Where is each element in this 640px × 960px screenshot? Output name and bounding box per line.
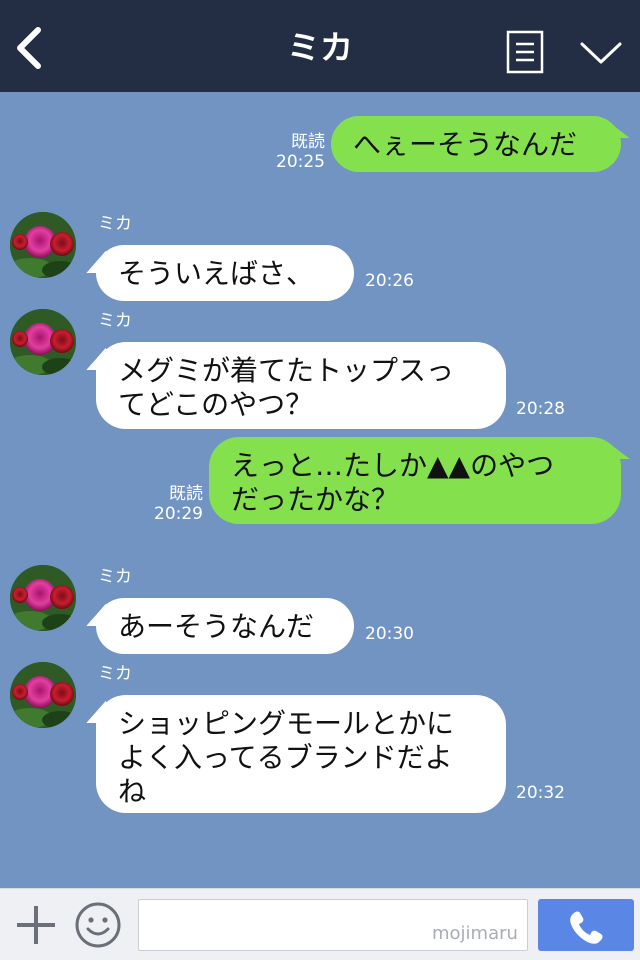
chevron-down-icon: [580, 42, 622, 64]
smiley-icon: [75, 902, 121, 948]
call-button[interactable]: [538, 899, 634, 951]
sender-name: ミカ: [98, 664, 132, 684]
emoji-button[interactable]: [74, 901, 122, 949]
avatar[interactable]: [10, 309, 76, 375]
outgoing-message-bubble[interactable]: えっと…たしか▲▲のやつ だったかな？: [209, 437, 621, 524]
plus-icon: [17, 906, 55, 944]
phone-icon: [570, 911, 603, 944]
rose-avatar-image: [10, 309, 76, 375]
message-time: 20:26: [365, 271, 414, 291]
message-time: 20:25: [276, 152, 325, 172]
avatar[interactable]: [10, 662, 76, 728]
chat-header: ミカ: [0, 0, 640, 92]
add-button[interactable]: [14, 903, 58, 947]
incoming-message-bubble[interactable]: あーそうなんだ: [96, 598, 354, 654]
back-button[interactable]: [10, 22, 50, 74]
input-bar: mojimaru: [0, 888, 640, 960]
sender-name: ミカ: [98, 567, 132, 587]
read-label: 既読: [291, 132, 325, 152]
list-menu-icon: [506, 30, 544, 74]
rose-avatar-image: [10, 212, 76, 278]
chevron-left-icon: [17, 27, 41, 69]
message-time: 20:29: [154, 504, 203, 524]
rose-avatar-image: [10, 662, 76, 728]
avatar[interactable]: [10, 212, 76, 278]
sender-name: ミカ: [98, 214, 132, 234]
avatar[interactable]: [10, 565, 76, 631]
outgoing-message-bubble[interactable]: へぇーそうなんだ: [331, 116, 621, 172]
sender-name: ミカ: [98, 311, 132, 331]
incoming-message-bubble[interactable]: ショッピングモールとかに よく入ってるブランドだよ ね: [96, 695, 506, 813]
menu-button[interactable]: [506, 30, 544, 74]
incoming-message-bubble[interactable]: メグミが着てたトップスっ てどこのやつ？: [96, 342, 506, 429]
message-time: 20:28: [516, 399, 565, 419]
message-input[interactable]: [138, 899, 528, 951]
chat-area[interactable]: 既読 20:25 へぇーそうなんだ ミカ そういえばさ、 20:26 ミカ メグ…: [0, 92, 640, 888]
read-receipt: 既読 20:29: [154, 484, 203, 524]
read-label: 既読: [169, 484, 203, 504]
read-receipt: 既読 20:25: [276, 132, 325, 172]
message-time: 20:32: [516, 783, 565, 803]
rose-avatar-image: [10, 565, 76, 631]
chat-title: ミカ: [287, 28, 353, 67]
collapse-button[interactable]: [578, 36, 624, 70]
incoming-message-bubble[interactable]: そういえばさ、: [96, 245, 354, 301]
message-time: 20:30: [365, 624, 414, 644]
